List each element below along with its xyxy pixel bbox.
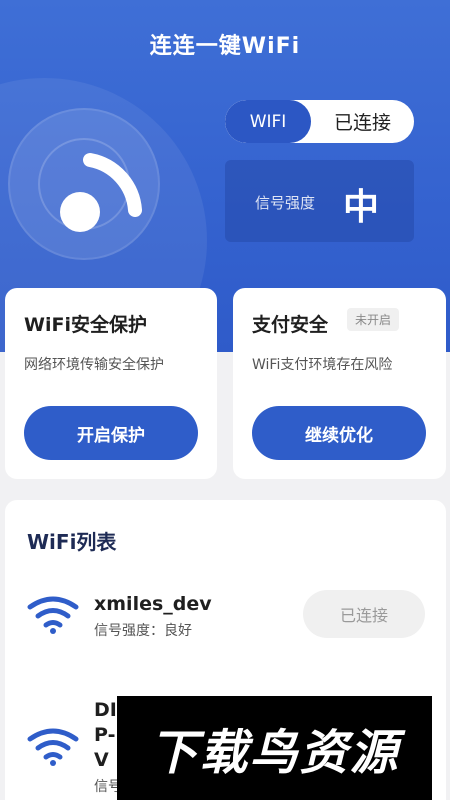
toggle-connected[interactable]: 已连接: [311, 100, 414, 143]
wifi-name: xmiles_dev: [94, 593, 212, 615]
wifi-status-toggle[interactable]: WIFI 已连接: [225, 100, 414, 143]
radar-icon: [8, 108, 160, 260]
app-title: 连连一键WiFi: [149, 34, 301, 59]
signal-label: 信号强度: [255, 194, 316, 212]
watermark-banner: 下载鸟资源: [117, 696, 432, 800]
card-subtitle: WiFi支付环境存在风险: [252, 357, 393, 373]
signal-strength-panel: 信号强度 中: [225, 160, 414, 242]
signal-value: 中: [343, 187, 380, 228]
status-badge: 未开启: [347, 308, 400, 331]
radar-dot: [60, 192, 100, 232]
wifi-protection-card: WiFi安全保护 网络环境传输安全保护 开启保护: [5, 288, 217, 479]
wifi-icon: [27, 596, 79, 634]
radar-arc-icon: [83, 153, 142, 217]
wifi-signal-text: 信号强度：良好: [94, 623, 192, 639]
wifi-list-item[interactable]: xmiles_dev 信号强度：良好 已连接: [5, 588, 446, 668]
enable-protection-button[interactable]: 开启保护: [24, 406, 198, 460]
connected-button[interactable]: 已连接: [303, 590, 425, 638]
card-title: WiFi安全保护: [24, 314, 147, 336]
continue-optimize-button[interactable]: 继续优化: [252, 406, 426, 460]
card-title: 支付安全: [252, 314, 329, 336]
wifi-icon: [27, 728, 79, 766]
payment-security-card: 支付安全 未开启 WiFi支付环境存在风险 继续优化: [233, 288, 446, 479]
toggle-wifi[interactable]: WIFI: [225, 100, 311, 143]
card-subtitle: 网络环境传输安全保护: [24, 357, 164, 373]
wifi-list-title: WiFi列表: [27, 530, 117, 554]
